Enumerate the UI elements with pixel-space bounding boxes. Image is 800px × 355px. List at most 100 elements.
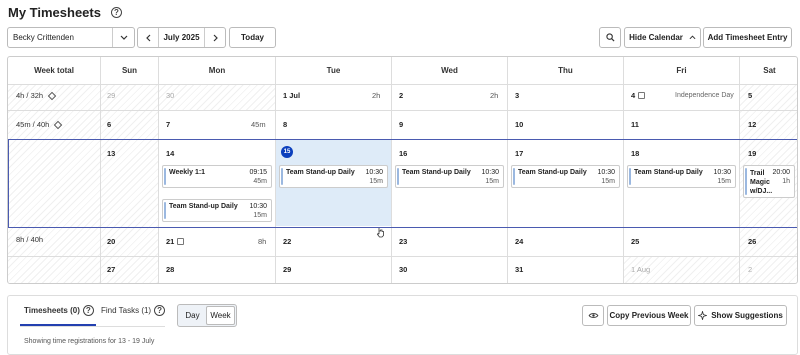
outside-month-cell [159,85,275,110]
day-number: 29 [283,265,292,274]
day-number: 17 [515,149,524,158]
calendar-event[interactable]: Weekly 1:1 09:15 45m [162,165,272,188]
day-number: 14 [166,149,175,158]
day-number: 21 [166,237,185,246]
day-hours: 2h [490,91,499,100]
day-view-button[interactable]: Day [179,311,206,320]
help-icon[interactable]: ? [110,6,122,18]
day-number: 5 [748,91,753,100]
day-number: 13 [107,149,116,158]
previous-month-button[interactable] [138,28,158,47]
column-header: Week total [34,66,74,75]
day-number: 22 [283,237,292,246]
calendar-event[interactable]: Team Stand-up Daily 10:30 15m [162,199,272,222]
page-title: My Timesheets [8,4,101,20]
day-number: 8 [283,120,288,129]
current-month-label: July 2025 [158,28,205,47]
day-hours: 2h [372,91,381,100]
day-number: 3 [515,91,520,100]
calendar-event[interactable]: Team Stand-up Daily 10:30 15m [395,165,504,188]
active-tab-indicator [20,324,96,326]
bottom-panel: Timesheets (0)? Find Tasks (1)? Day Week… [7,295,798,355]
day-number: 27 [107,265,116,274]
visibility-button[interactable] [582,305,604,326]
week-total: 8h / 40h [16,235,44,244]
day-number: 30 [166,91,175,100]
next-month-button[interactable] [205,28,225,47]
calendar-event[interactable]: Team Stand-up Daily 10:30 15m [511,165,620,188]
calendar-icon [177,238,185,245]
month-navigator: July 2025 [137,27,226,48]
hide-calendar-label: Hide Calendar [629,33,683,42]
day-number: 20 [107,237,116,246]
day-number: 11 [631,120,639,129]
show-suggestions-button[interactable]: Show Suggestions [694,305,787,326]
column-header: Fri [676,66,687,75]
tab-timesheets[interactable]: Timesheets (0)? [24,305,94,316]
day-number: 9 [399,120,404,129]
column-header: Sat [763,66,776,75]
search-button[interactable] [599,27,621,48]
column-header: Thu [558,66,573,75]
diamond-icon [54,120,63,129]
day-number: 19 [748,149,757,158]
holiday-label: Independence Day [675,92,734,99]
day-number: 2 [399,91,404,100]
day-number: 16 [399,149,408,158]
day-number: 10 [515,120,524,129]
day-number: 1 Aug [631,265,651,274]
calendar-icon [638,92,646,99]
day-number: 26 [748,237,757,246]
day-hours: 8h [258,237,267,246]
subtitle-text: Showing time registrations for 13 - 19 J… [24,338,155,345]
column-header: Mon [208,66,226,75]
day-number: 31 [515,265,524,274]
diamond-icon [47,91,57,100]
day-number: 29 [107,91,116,100]
week-total: 45m / 40h [16,120,63,129]
show-suggestions-label: Show Suggestions [711,311,783,320]
day-number: 12 [748,120,757,129]
calendar-event[interactable]: Team Stand-up Daily 10:30 15m [279,165,388,188]
column-header: Sun [121,66,138,75]
today-button[interactable]: Today [229,27,276,48]
week-total: 4h / 32h [16,91,57,100]
day-number: 7 [166,120,171,129]
page-header: My Timesheets ? [8,4,122,20]
chevron-down-icon[interactable] [112,28,134,47]
view-toggle: Day Week [177,304,237,327]
column-header: Tue [326,66,341,75]
day-number: 6 [107,120,112,129]
help-icon: ? [154,305,166,316]
calendar-grid: Week total Sun Mon Tue Wed Thu Fri Sat 4… [7,56,798,284]
add-timesheet-entry-button[interactable]: Add Timesheet Entry [703,27,792,48]
today-badge: 15 [281,146,293,158]
search-icon [605,33,615,42]
copy-previous-week-button[interactable]: Copy Previous Week [607,305,691,326]
column-header: Wed [441,66,458,75]
hide-calendar-button[interactable]: Hide Calendar [624,27,701,48]
day-number: 25 [631,237,640,246]
day-number: 2 [748,265,753,274]
tab-divider [20,326,165,327]
chevron-up-icon [689,35,696,40]
user-select-value: Becky Crittenden [13,33,74,42]
week-view-button[interactable]: Week [206,306,235,325]
mouse-cursor-icon [376,227,385,241]
day-number: 28 [166,265,175,274]
help-icon: ? [82,305,94,316]
day-number: 4 [631,91,646,100]
sparkle-icon [698,311,708,320]
day-number: 18 [631,149,640,158]
tab-find-tasks[interactable]: Find Tasks (1)? [101,305,166,316]
calendar-event[interactable]: Team Stand-up Daily 10:30 15m [627,165,736,188]
calendar-event[interactable]: Trail Magic w/DJ... 20:00 1h [743,165,795,198]
day-number: 24 [515,237,524,246]
day-number: 1 Jul [283,91,301,100]
day-number: 30 [399,265,408,274]
day-number: 23 [399,237,408,246]
day-hours: 45m [251,120,266,129]
sunday-column [101,85,158,283]
week-total-column [8,85,100,283]
user-select[interactable]: Becky Crittenden [7,27,135,48]
